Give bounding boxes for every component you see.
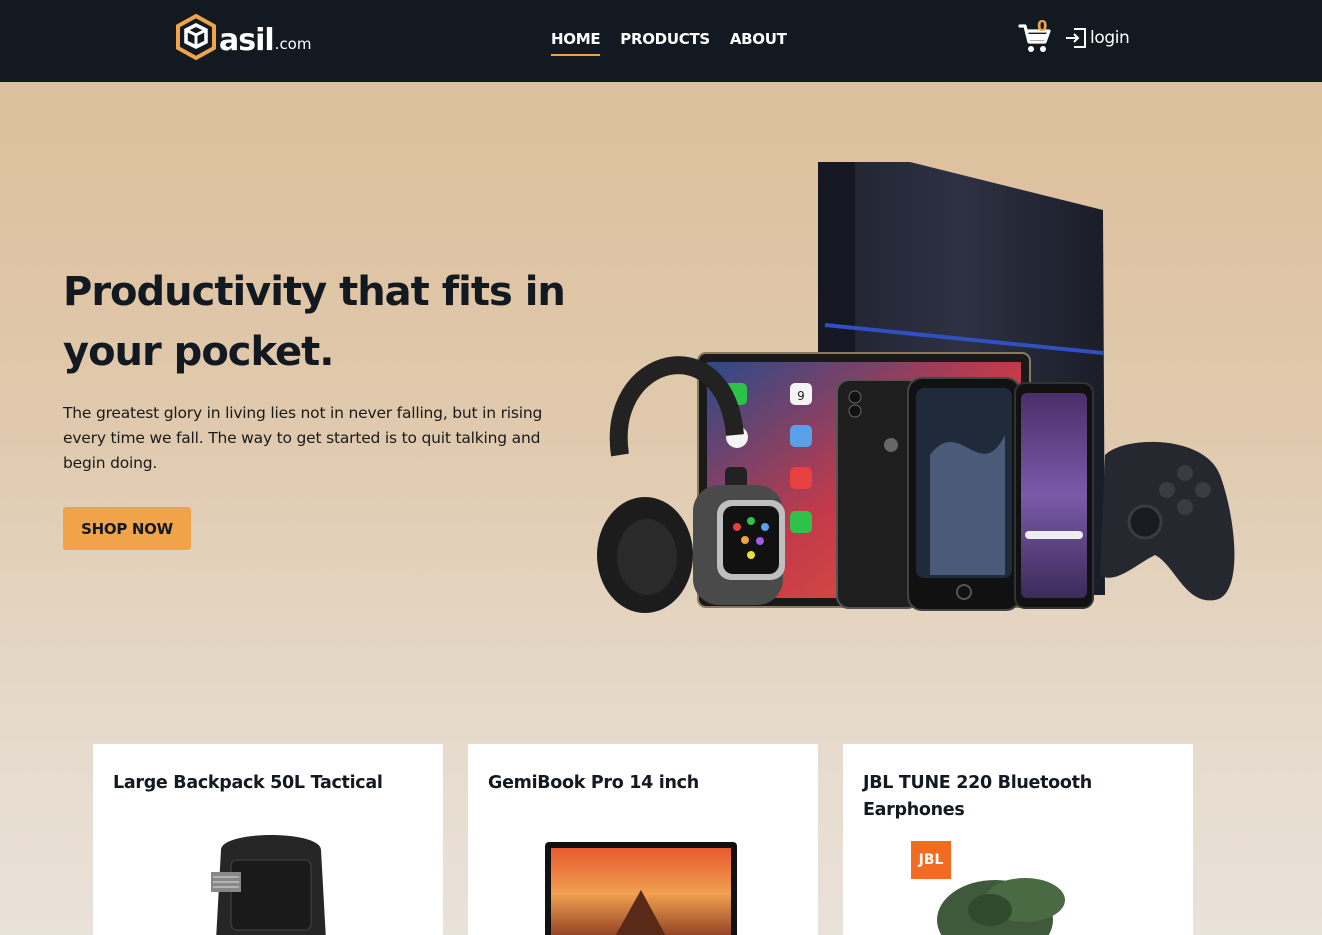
- nav-about-link[interactable]: ABOUT: [730, 30, 787, 56]
- logo-tld: .com: [274, 35, 312, 53]
- hero-description: The greatest glory in living lies not in…: [63, 404, 543, 472]
- calendar-date: 9: [797, 389, 805, 403]
- cart-count-badge: 0: [1037, 17, 1048, 35]
- product-title: Large Backpack 50L Tactical: [113, 773, 383, 793]
- main-nav: HOME PRODUCTS ABOUT: [551, 30, 787, 56]
- top-navbar: asil .com HOME PRODUCTS ABOUT 0 login: [0, 0, 1322, 82]
- logo-icon: [176, 13, 216, 61]
- backpack-image: [211, 835, 326, 935]
- login-icon: [1066, 28, 1086, 48]
- product-title: GemiBook Pro 14 inch: [488, 773, 699, 793]
- logo-word: asil: [219, 23, 275, 58]
- nav-products-link[interactable]: PRODUCTS: [620, 30, 710, 56]
- login-link[interactable]: login: [1064, 26, 1130, 50]
- hero-devices-image: 9: [597, 162, 1235, 613]
- shop-now-button[interactable]: SHOP NOW: [63, 507, 191, 550]
- earphones-image: [937, 878, 1065, 935]
- product-title: JBL TUNE 220 Bluetooth Earphones: [863, 773, 1092, 820]
- product-card[interactable]: Large Backpack 50L Tactical: [93, 744, 443, 935]
- product-card[interactable]: GemiBook Pro 14 inch: [468, 744, 818, 935]
- hero-title: Productivity that fits in your pocket.: [63, 269, 566, 375]
- login-label: login: [1090, 28, 1130, 48]
- site-logo[interactable]: asil .com: [175, 13, 311, 61]
- nav-home-link[interactable]: HOME: [551, 30, 601, 56]
- product-card[interactable]: JBL TUNE 220 Bluetooth Earphones JBL: [843, 744, 1193, 935]
- laptop-image: [545, 842, 737, 935]
